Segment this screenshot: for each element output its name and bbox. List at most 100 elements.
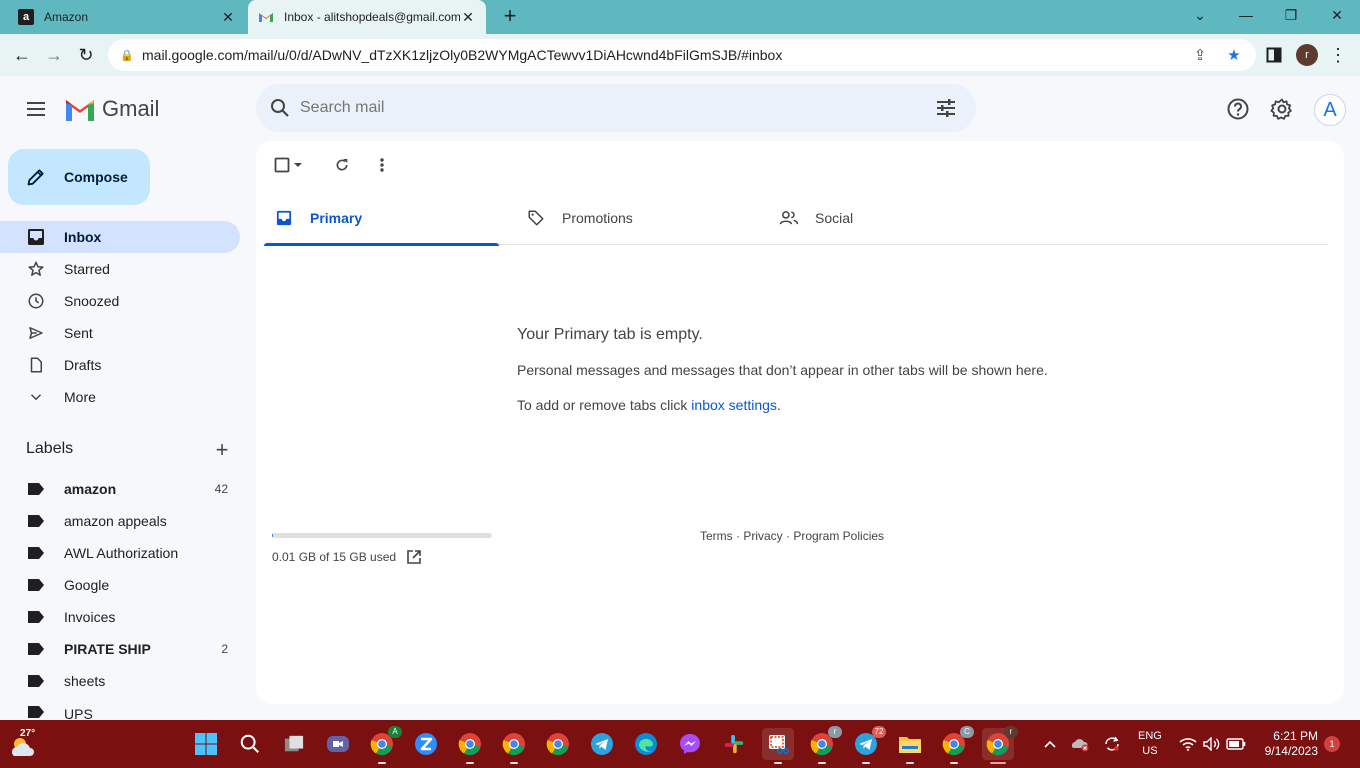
taskbar-snipping-tool[interactable] <box>762 728 794 764</box>
label-item-awl-authorization[interactable]: AWL Authorization <box>0 537 240 569</box>
create-label-button[interactable]: + <box>212 439 232 461</box>
taskbar-chrome-profile-a[interactable]: A <box>366 726 402 764</box>
reload-button[interactable]: ↻ <box>74 43 98 67</box>
taskbar-file-explorer[interactable] <box>894 728 926 764</box>
tab-primary[interactable]: Primary <box>264 191 499 246</box>
tab-search-icon[interactable]: ⌄ <box>1180 0 1220 30</box>
bookmark-star-icon[interactable]: ★ <box>1224 45 1244 65</box>
google-account-avatar[interactable]: A <box>1314 94 1346 126</box>
select-all-checkbox[interactable] <box>272 155 292 175</box>
chrome-icon <box>458 733 481 756</box>
input-language-indicator[interactable]: ENG US <box>1138 729 1162 759</box>
taskbar-chrome-profile-5[interactable]: r <box>806 726 842 764</box>
inbox-settings-link[interactable]: inbox settings <box>691 397 777 413</box>
sidebar-item-starred[interactable]: Starred <box>0 253 240 285</box>
share-icon[interactable]: ⇪ <box>1190 45 1210 65</box>
external-link-icon[interactable] <box>406 549 422 565</box>
label-item-amazon[interactable]: amazon 42 <box>0 473 240 505</box>
profile-badge: A <box>388 726 402 738</box>
compose-label: Compose <box>64 169 128 185</box>
label-item-pirate-ship[interactable]: PIRATE SHIP 2 <box>0 633 240 665</box>
taskbar-search-button[interactable] <box>234 728 266 760</box>
new-tab-button[interactable]: + <box>498 5 522 29</box>
minimize-button[interactable]: — <box>1226 0 1266 30</box>
taskbar-chrome-profile-3[interactable] <box>498 728 530 764</box>
lock-icon[interactable]: 🔒 <box>120 49 134 62</box>
footer-links[interactable]: Terms · Privacy · Program Policies <box>700 529 884 543</box>
storage-usage: 0.01 GB of 15 GB used <box>272 549 422 565</box>
sync-icon[interactable] <box>1102 734 1122 754</box>
back-button[interactable]: ← <box>10 43 34 67</box>
help-icon[interactable] <box>1226 97 1250 121</box>
running-indicator <box>906 762 914 764</box>
url-bar[interactable]: 🔒 mail.google.com/mail/u/0/d/ADwNV_dTzXK… <box>108 39 1256 71</box>
battery-icon[interactable] <box>1226 734 1246 754</box>
more-options-icon[interactable] <box>372 155 392 175</box>
url-text[interactable]: mail.google.com/mail/u/0/d/ADwNV_dTzXK1z… <box>142 47 782 63</box>
settings-gear-icon[interactable] <box>1270 97 1294 121</box>
tab-social[interactable]: Social <box>769 191 1004 245</box>
browser-tab-gmail[interactable]: Inbox - alitshopdeals@gmail.com ✕ <box>248 0 486 34</box>
wifi-icon[interactable] <box>1178 734 1198 754</box>
taskbar-chrome-profile-2[interactable] <box>454 728 486 764</box>
search-bar[interactable] <box>256 84 976 132</box>
close-icon[interactable]: ✕ <box>220 9 236 26</box>
label-tag-icon <box>28 706 44 718</box>
search-options-icon[interactable] <box>934 96 958 120</box>
sidebar-item-more[interactable]: More <box>0 381 240 413</box>
onedrive-error-icon[interactable] <box>1070 734 1090 754</box>
telegram-icon <box>591 733 613 755</box>
notification-count-badge[interactable]: 1 <box>1324 736 1340 752</box>
sidebar-item-inbox[interactable]: Inbox <box>0 221 240 253</box>
sidebar-item-label: Drafts <box>64 357 102 373</box>
label-item-google[interactable]: Google <box>0 569 240 601</box>
label-item-ups[interactable]: UPS <box>0 697 240 720</box>
show-hidden-icons-chevron-up-icon[interactable] <box>1040 734 1060 754</box>
storage-usage-text[interactable]: 0.01 GB of 15 GB used <box>272 550 396 564</box>
restore-button[interactable]: ❐ <box>1271 0 1311 30</box>
browser-profile-avatar[interactable]: r <box>1296 44 1318 66</box>
browser-tab-amazon[interactable]: a Amazon ✕ <box>8 0 246 34</box>
system-clock[interactable]: 6:21 PM 9/14/2023 <box>1256 729 1318 759</box>
volume-icon[interactable] <box>1202 734 1222 754</box>
taskbar-edge[interactable] <box>630 728 662 760</box>
start-button[interactable] <box>190 728 222 760</box>
address-toolbar: ← → ↻ 🔒 mail.google.com/mail/u/0/d/ADwNV… <box>0 34 1360 76</box>
label-name: Invoices <box>64 609 116 625</box>
task-view-button[interactable] <box>278 728 310 760</box>
taskbar-telegram-2[interactable]: 72 <box>850 726 886 764</box>
window-close-button[interactable]: ✕ <box>1317 0 1357 30</box>
tab-promotions[interactable]: Promotions <box>516 191 751 245</box>
browser-menu-icon[interactable]: ⋮ <box>1326 43 1350 67</box>
taskbar-slack[interactable] <box>718 728 750 760</box>
taskbar-chrome-active[interactable]: r <box>982 726 1018 764</box>
chrome-icon <box>502 733 525 756</box>
sidebar-item-sent[interactable]: Sent <box>0 317 240 349</box>
weather-widget[interactable]: 27° <box>8 726 42 762</box>
taskbar-chrome-profile-4[interactable] <box>542 728 574 760</box>
side-panel-icon[interactable] <box>1262 43 1286 67</box>
label-item-amazon-appeals[interactable]: amazon appeals <box>0 505 240 537</box>
taskbar-telegram[interactable] <box>586 728 618 760</box>
taskbar-chrome-profile-c[interactable]: C <box>938 726 974 764</box>
label-tag-icon <box>28 643 44 655</box>
select-dropdown-icon[interactable] <box>292 155 304 175</box>
compose-button[interactable]: Compose <box>8 149 150 205</box>
taskbar-teams-meet[interactable] <box>322 728 354 760</box>
label-item-invoices[interactable]: Invoices <box>0 601 240 633</box>
clock-time: 6:21 PM <box>1273 729 1318 743</box>
taskbar-zoom[interactable] <box>410 728 442 760</box>
running-indicator <box>818 762 826 764</box>
search-icon[interactable] <box>268 96 292 120</box>
gmail-logo[interactable]: Gmail <box>64 96 159 122</box>
taskbar-messenger[interactable] <box>674 728 706 760</box>
label-item-sheets[interactable]: sheets <box>0 665 240 697</box>
refresh-icon[interactable] <box>332 155 352 175</box>
sidebar-item-snoozed[interactable]: Snoozed <box>0 285 240 317</box>
main-menu-icon[interactable] <box>24 98 48 122</box>
sidebar-item-drafts[interactable]: Drafts <box>0 349 240 381</box>
windows-logo-icon <box>195 733 217 755</box>
close-icon[interactable]: ✕ <box>460 9 476 26</box>
forward-button[interactable]: → <box>42 43 66 67</box>
search-input[interactable] <box>300 99 900 117</box>
